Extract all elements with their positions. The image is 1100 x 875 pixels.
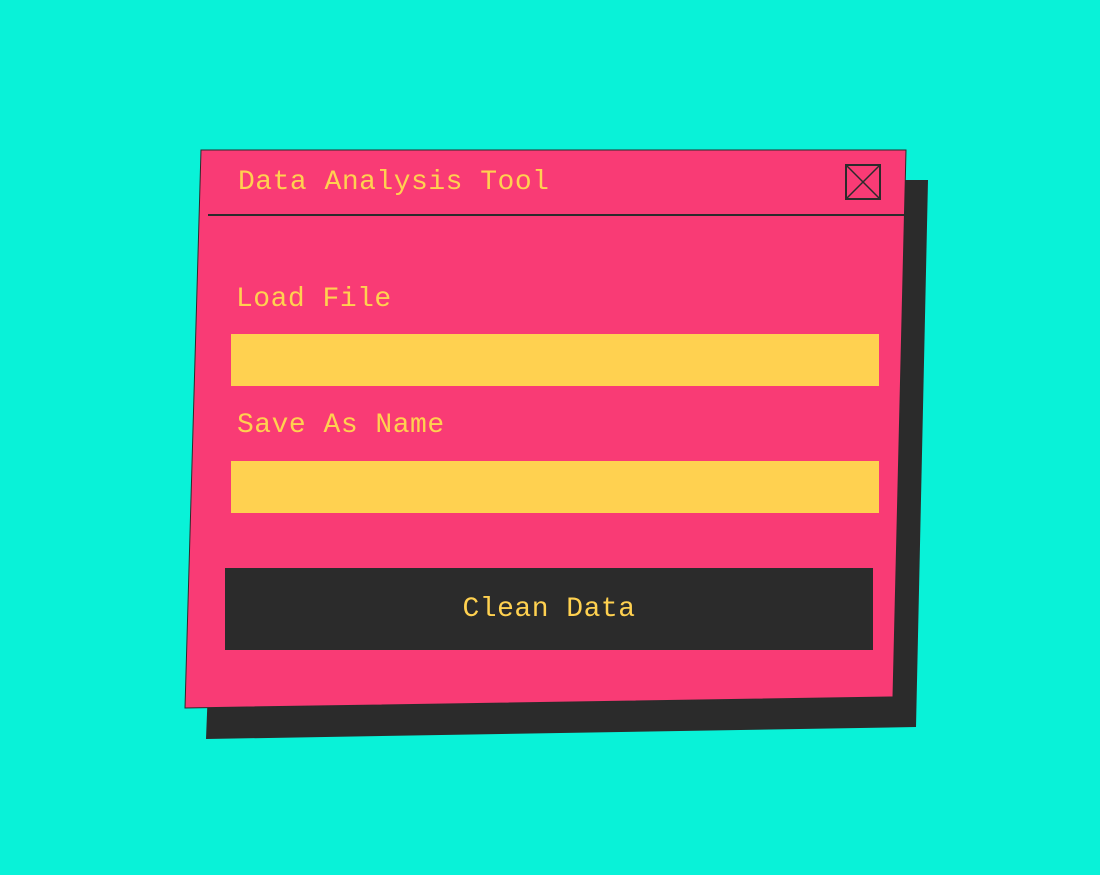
app-stage: Data Analysis Tool Load File Save As Nam… (0, 0, 1100, 875)
clean-data-button[interactable]: Clean Data (225, 568, 873, 650)
close-x-icon (845, 164, 881, 200)
close-button[interactable] (845, 164, 881, 200)
load-file-input[interactable] (231, 334, 879, 386)
dialog-window (184, 149, 907, 709)
dialog-title: Data Analysis Tool (238, 167, 550, 198)
save-as-name-input[interactable] (231, 461, 879, 513)
save-as-name-label: Save As Name (237, 410, 445, 441)
load-file-label: Load File (236, 284, 392, 315)
